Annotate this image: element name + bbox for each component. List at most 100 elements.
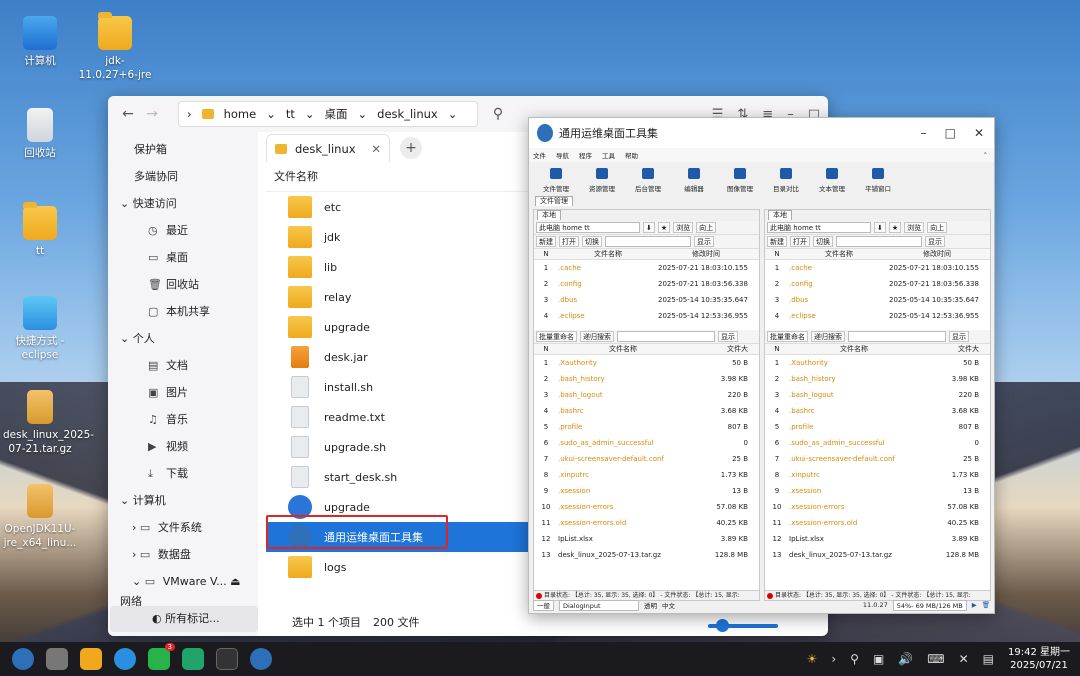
close-tab-icon[interactable]: ✕ — [371, 142, 381, 156]
chat-app-icon[interactable]: 3 — [148, 643, 175, 670]
table-row[interactable]: 2 .config 2025-07-21 18:03:56.338 — [765, 276, 990, 292]
menu-file[interactable]: 文件 — [533, 150, 546, 160]
desktop-icon-desk-tar[interactable]: desk_linux_2025-07-21.tar.gz — [3, 390, 94, 456]
recursive-search-button[interactable]: 递归搜索 — [811, 331, 845, 342]
table-row[interactable]: 4 .bashrc 3.68 KB — [534, 403, 759, 419]
crumb-tt[interactable]: tt — [286, 107, 295, 121]
batch-rename-button[interactable]: 批量重命名 — [767, 331, 808, 342]
table-row[interactable]: 10 .xsession-errors 57.08 KB — [765, 499, 990, 515]
star-icon[interactable]: ★ — [888, 222, 902, 233]
table-row[interactable]: 3 .bash_logout 220 B — [765, 387, 990, 403]
toolbar-tile-windows[interactable]: 平铺窗口 — [863, 168, 893, 193]
filter-input[interactable] — [836, 236, 922, 247]
sidebar-item-recent[interactable]: ◷ 最近 — [108, 217, 258, 244]
new-button[interactable]: 新建 — [536, 236, 556, 247]
table-row[interactable]: 7 .ukui-screensaver-default.conf 25 B — [765, 451, 990, 467]
sidebar-computer[interactable]: ⌄ 计算机 — [108, 487, 258, 514]
open-button[interactable]: 打开 — [559, 236, 579, 247]
table-row[interactable]: 12 IpList.xlsx 3.89 KB — [765, 531, 990, 547]
device-icon[interactable]: ▣ — [873, 652, 884, 666]
table-row[interactable]: 9 .xsession 13 B — [534, 483, 759, 499]
volume-icon[interactable]: 🔊 — [898, 652, 913, 666]
search-icon[interactable]: ⚲ — [486, 102, 510, 126]
wps-app-icon[interactable] — [182, 648, 204, 670]
sidebar-all-tags[interactable]: ◐ 所有标记... — [110, 606, 258, 632]
table-row[interactable]: 7 .ukui-screensaver-default.conf 25 B — [534, 451, 759, 467]
breadcrumb[interactable]: › home ⌄ tt ⌄ 桌面 ⌄ desk_linux ⌄ — [178, 101, 478, 127]
sidebar-item-share[interactable]: ▢ 本机共享 — [108, 298, 258, 325]
menu-tools[interactable]: 工具 — [602, 150, 615, 160]
sidebar-quick-access[interactable]: ⌄ 快速访问 — [108, 190, 258, 217]
play-icon[interactable]: ▶ — [972, 601, 977, 609]
switch-button[interactable]: 切换 — [813, 236, 833, 247]
table-row[interactable]: 5 .profile 807 B — [534, 419, 759, 435]
table-row[interactable]: 3 .dbus 2025-05-14 10:35:35.647 — [534, 292, 759, 308]
toolbar-text-manage[interactable]: 文本管理 — [817, 168, 847, 193]
sidebar-item-desktop[interactable]: ▭ 桌面 — [108, 244, 258, 271]
table-row[interactable]: 8 .xinputrc 1.73 KB — [534, 467, 759, 483]
table-row[interactable]: 2 .bash_history 3.98 KB — [765, 371, 990, 387]
zoom-slider[interactable] — [708, 619, 778, 632]
sidebar-item-music[interactable]: ♫ 音乐 — [108, 406, 258, 433]
clock[interactable]: 19:42 星期一 2025/07/21 — [1008, 646, 1070, 672]
menu-program[interactable]: 程序 — [579, 150, 592, 160]
desktop-icon-jdk[interactable]: jdk-11.0.27+6-jre — [78, 12, 152, 82]
table-row[interactable]: 4 .eclipse 2025-05-14 12:53:36.955 — [765, 308, 990, 324]
crumb-desk-linux[interactable]: desk_linux — [377, 107, 438, 121]
sidebar-item-datadisk[interactable]: › ▭ 数据盘 — [108, 541, 258, 568]
sidebar-item-videos[interactable]: ▶ 视频 — [108, 433, 258, 460]
transparency-select[interactable]: 透明 — [644, 600, 657, 610]
path-input[interactable]: 此电脑 home tt — [536, 222, 640, 233]
table-row[interactable]: 1 .cache 2025-07-21 18:03:10.155 — [765, 260, 990, 276]
forward-icon[interactable]: → — [140, 102, 164, 126]
table-row[interactable]: 10 .xsession-errors 57.08 KB — [534, 499, 759, 515]
table-row[interactable]: 13 desk_linux_2025-07-13.tar.gz 128.8 MB — [534, 547, 759, 563]
brightness-icon[interactable]: ☀ — [807, 652, 818, 666]
collapse-icon[interactable]: ⌃ — [983, 151, 994, 159]
table-row[interactable]: 6 .sudo_as_admin_successful 0 — [534, 435, 759, 451]
toolbar-image-manage[interactable]: 图像管理 — [725, 168, 755, 193]
browse-button[interactable]: 浏览 — [904, 222, 925, 233]
download-icon[interactable]: ⬇ — [643, 222, 655, 233]
sidebar-multi-device[interactable]: 多端协同 — [108, 163, 258, 190]
start-menu-icon[interactable] — [12, 648, 34, 670]
table-row[interactable]: 13 desk_linux_2025-07-13.tar.gz 128.8 MB — [765, 547, 990, 563]
table-row[interactable]: 4 .bashrc 3.68 KB — [765, 403, 990, 419]
back-icon[interactable]: ← — [116, 102, 140, 126]
toolbar-file-manage[interactable]: 文件管理 — [541, 168, 571, 193]
toolbar-resource-manage[interactable]: 资源管理 — [587, 168, 617, 193]
desktop-icon-trash[interactable]: 回收站 — [3, 108, 77, 160]
table-row[interactable]: 11 .xsession-errors.old 40.25 KB — [534, 515, 759, 531]
desktop-icon-eclipse[interactable]: 快捷方式 - eclipse — [3, 296, 77, 362]
sidebar-item-downloads[interactable]: ⤓ 下载 — [108, 460, 258, 487]
show-button[interactable]: 显示 — [694, 236, 714, 247]
switch-button[interactable]: 切换 — [582, 236, 602, 247]
subtab-file-manage[interactable]: 文件管理 — [535, 196, 573, 206]
clipboard-icon[interactable]: ▤ — [983, 652, 994, 666]
sidebar-item-vmware[interactable]: ⌄ ▭ VMware V... ⏏ — [108, 568, 258, 595]
toolbar-backend-manage[interactable]: 后台管理 — [633, 168, 663, 193]
sidebar-item-filesystem[interactable]: › ▭ 文件系统 — [108, 514, 258, 541]
new-tab-button[interactable]: + — [400, 137, 422, 159]
browser-app-icon[interactable] — [114, 648, 136, 670]
pane-tab-local[interactable]: 本地 — [768, 210, 792, 220]
network-off-icon[interactable]: ✕ — [959, 652, 969, 666]
table-row[interactable]: 3 .dbus 2025-05-14 10:35:35.647 — [765, 292, 990, 308]
menu-nav[interactable]: 导航 — [556, 150, 569, 160]
toolbar-editor[interactable]: 编辑器 — [679, 168, 709, 193]
batch-rename-button[interactable]: 批量重命名 — [536, 331, 577, 342]
language-select[interactable]: 中文 — [662, 600, 675, 610]
menu-help[interactable]: 帮助 — [625, 150, 638, 160]
new-button[interactable]: 新建 — [767, 236, 787, 247]
desktop-icon-openjdk[interactable]: OpenJDK11U-jre_x64_linu... — [3, 484, 77, 550]
table-row[interactable]: 1 .Xauthority 50 B — [765, 355, 990, 371]
table-row[interactable]: 5 .profile 807 B — [765, 419, 990, 435]
star-icon[interactable]: ★ — [657, 222, 671, 233]
pane-tab-local[interactable]: 本地 — [537, 210, 561, 220]
show-button[interactable]: 显示 — [925, 236, 945, 247]
multitask-icon[interactable] — [46, 648, 68, 670]
chevron-right-icon[interactable]: › — [831, 652, 836, 666]
table-row[interactable]: 3 .bash_logout 220 B — [534, 387, 759, 403]
table-row[interactable]: 1 .cache 2025-07-21 18:03:10.155 — [534, 260, 759, 276]
table-row[interactable]: 2 .bash_history 3.98 KB — [534, 371, 759, 387]
